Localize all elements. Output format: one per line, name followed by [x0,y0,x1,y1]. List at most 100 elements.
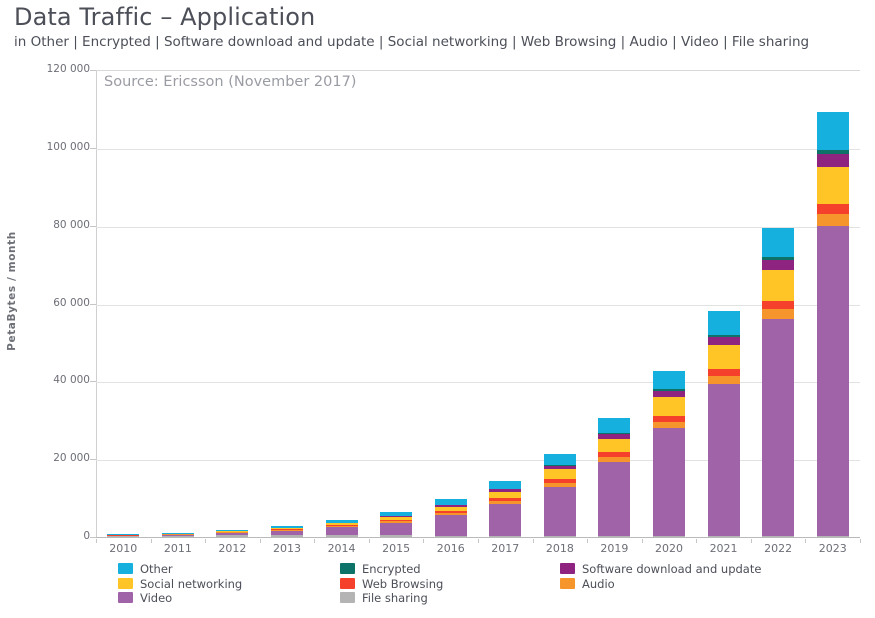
legend-swatch-icon [560,563,575,574]
legend-label: Video [140,591,172,605]
legend-item[interactable]: Social networking [118,577,242,591]
bar-segment [216,533,248,535]
x-axis-tick-label-2011: 2011 [148,542,208,555]
x-axis-tick-mark [96,539,97,543]
bar-2022[interactable] [762,228,794,537]
legend-item[interactable]: Video [118,591,242,605]
bar-segment [489,481,521,489]
bar-2019[interactable] [598,418,630,537]
bar-segment [435,505,467,506]
bar-segment [326,527,358,535]
bar-segment [598,418,630,432]
x-axis-tick-label-2018: 2018 [530,542,590,555]
chart-page: Data Traffic – Application in Other | En… [0,0,875,618]
bar-segment [817,167,849,205]
bar-segment [544,454,576,465]
x-axis-tick-label-2020: 2020 [639,542,699,555]
chart-header: Data Traffic – Application in Other | En… [14,2,864,52]
bar-segment [708,335,740,337]
legend-swatch-icon [340,578,355,589]
bar-segment [107,534,139,535]
bar-segment [435,511,467,513]
x-axis-tick-mark [696,539,697,543]
legend-item[interactable]: Web Browsing [340,577,443,591]
bar-segment [598,433,630,434]
x-axis-tick-label-2015: 2015 [366,542,426,555]
bar-2014[interactable] [326,520,358,537]
bar-segment [817,214,849,226]
legend-swatch-icon [340,592,355,603]
y-axis-tick-label: 0 [6,530,90,542]
x-axis-tick-label-2021: 2021 [694,542,754,555]
bar-segment [653,371,685,390]
bar-2013[interactable] [271,526,303,537]
y-axis: PetaBytes / month 120 000100 00080 00060… [0,0,90,618]
y-axis-tick-label: 100 000 [6,141,90,153]
bar-segment [380,512,412,516]
bar-segment [817,112,849,150]
x-axis-tick-mark [478,539,479,543]
x-axis-tick-mark [369,539,370,543]
y-axis-tick-label: 120 000 [6,63,90,75]
bar-segment [435,515,467,535]
chart-legend: OtherSocial networkingVideo EncryptedWeb… [118,562,860,612]
x-axis-tick-label-2019: 2019 [584,542,644,555]
legend-item[interactable]: Audio [560,577,761,591]
bar-segment [762,309,794,319]
x-axis-tick-mark [751,539,752,543]
bar-segment [271,531,303,535]
bar-segment [544,466,576,469]
bar-segment [435,499,467,505]
bar-segment [544,487,576,536]
legend-label: Web Browsing [362,577,443,591]
bar-segment [380,521,412,523]
bar-segment [817,204,849,214]
bar-segment [762,319,794,537]
bar-segment [708,369,740,376]
x-axis-tick-mark [533,539,534,543]
bar-2020[interactable] [653,371,685,537]
bar-segment [380,523,412,535]
bar-2023[interactable] [817,112,849,537]
y-axis-tick-label: 80 000 [6,219,90,231]
bar-2016[interactable] [435,499,467,537]
bar-segment [817,226,849,537]
x-axis-tick-mark [260,539,261,543]
legend-item[interactable]: Other [118,562,242,576]
y-axis-tick-label: 40 000 [6,374,90,386]
y-axis-tick-label: 20 000 [6,452,90,464]
legend-label: Other [140,562,173,576]
legend-swatch-icon [118,563,133,574]
bar-2017[interactable] [489,481,521,537]
legend-column-1: OtherSocial networkingVideo [118,562,242,606]
bar-segment [653,416,685,422]
bar-2021[interactable] [708,311,740,537]
x-axis-tick-mark [151,539,152,543]
bar-segment [762,301,794,309]
bar-segment [271,529,303,530]
bar-2018[interactable] [544,454,576,537]
bar-segment [762,228,794,258]
legend-item[interactable]: Encrypted [340,562,443,576]
legend-column-3: Software download and updateAudio [560,562,761,591]
x-axis-tick-mark [314,539,315,543]
bar-segment [544,483,576,487]
bar-2015[interactable] [380,512,412,537]
bar-segment [489,498,521,501]
bar-segment [544,469,576,479]
bar-segment [380,516,412,517]
bar-segment [162,535,194,536]
bar-2012[interactable] [216,530,248,537]
x-axis-line [96,537,860,538]
legend-item[interactable]: Software download and update [560,562,761,576]
bar-segment [380,520,412,522]
bar-segment [653,391,685,397]
bar-segment [326,525,358,526]
legend-label: Audio [582,577,615,591]
legend-item[interactable]: File sharing [340,591,443,605]
x-axis-tick-label-2010: 2010 [93,542,153,555]
bar-segment [544,479,576,483]
bar-segment [326,520,358,523]
bar-segment [708,337,740,345]
bar-segment [708,376,740,384]
